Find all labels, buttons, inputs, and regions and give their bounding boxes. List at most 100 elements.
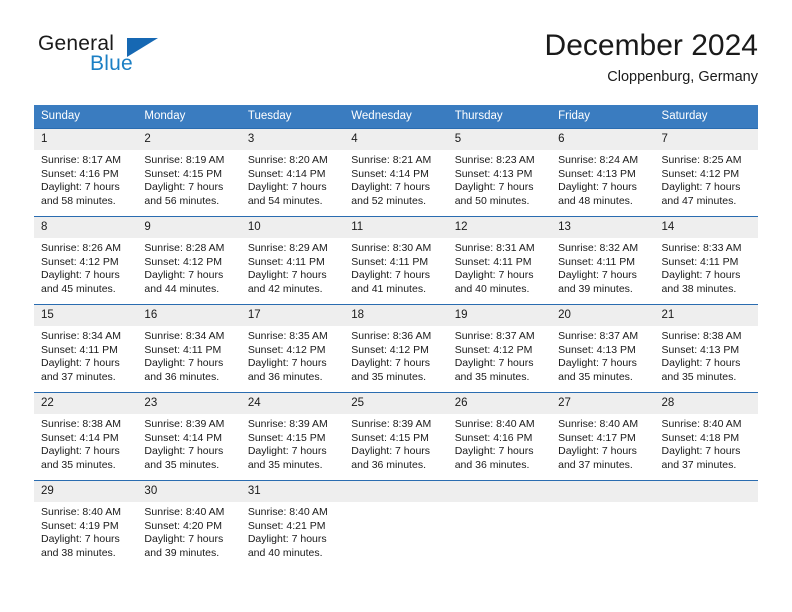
day-number: 9 [137,217,241,238]
sunset-time: Sunset: 4:14 PM [41,431,119,444]
daylight-duration-line1: Daylight: 7 hours [558,357,637,369]
day-number: 26 [447,393,552,414]
calendar-day[interactable]: 11 Sunrise: 8:30 AM Sunset: 4:11 PM Dayligh… [344,216,448,304]
calendar-day[interactable]: 31 Sunrise: 8:40 AM Sunset: 4:21 PM Dayligh… [240,480,345,568]
logo-text-blue: Blue [90,52,133,75]
sunset-time: Sunset: 4:12 PM [351,343,429,356]
daylight-duration-line2: and 35 minutes. [144,458,220,471]
calendar-day-cell: 9 Sunrise: 8:28 AM Sunset: 4:12 PM Daylight… [137,216,241,304]
sunset-time: Sunset: 4:20 PM [144,519,223,532]
sunrise-time: Sunrise: 8:33 AM [661,242,742,254]
sunset-time: Sunset: 4:17 PM [558,431,636,444]
sunrise-time: Sunrise: 8:17 AM [41,154,121,166]
day-details: Sunrise: 8:37 AM Sunset: 4:13 PM Daylight:… [551,326,654,384]
day-details: Sunrise: 8:35 AM Sunset: 4:12 PM Daylight:… [241,326,344,384]
calendar-day-cell: 13 Sunrise: 8:32 AM Sunset: 4:11 PM Dayligh… [551,216,655,304]
calendar-day[interactable]: 16 Sunrise: 8:34 AM Sunset: 4:11 PM Dayligh… [137,304,241,392]
calendar-day[interactable]: 20 Sunrise: 8:37 AM Sunset: 4:13 PM Dayligh… [551,304,655,392]
day-details: Sunrise: 8:37 AM Sunset: 4:12 PM Daylight:… [448,326,551,384]
calendar-day-cell: 15 Sunrise: 8:34 AM Sunset: 4:11 PM Dayligh… [34,304,138,392]
calendar-day[interactable]: 18 Sunrise: 8:36 AM Sunset: 4:12 PM Dayligh… [344,304,448,392]
sunrise-time: Sunrise: 8:21 AM [351,154,432,166]
calendar-day[interactable]: 19 Sunrise: 8:37 AM Sunset: 4:12 PM Dayligh… [447,304,552,392]
day-details: Sunrise: 8:30 AM Sunset: 4:11 PM Daylight:… [344,238,447,296]
daylight-duration-line2: and 52 minutes. [351,194,426,207]
calendar-day-cell [447,480,552,568]
daylight-duration-line2: and 58 minutes. [41,194,116,207]
calendar-day[interactable]: 30 Sunrise: 8:40 AM Sunset: 4:20 PM Dayligh… [137,480,241,568]
weekday-header-friday: Friday [551,105,655,128]
sunset-time: Sunset: 4:15 PM [247,431,326,444]
sunset-time: Sunset: 4:13 PM [661,343,740,356]
weekday-header-row: Sunday Monday Tuesday Wednesday Thursday… [34,105,758,128]
day-number: 13 [551,217,655,238]
day-number: 15 [34,305,138,326]
calendar-day-cell: 23 Sunrise: 8:39 AM Sunset: 4:14 PM Dayligh… [137,392,241,480]
daylight-duration-line2: and 35 minutes. [247,458,323,471]
calendar-day[interactable]: 23 Sunrise: 8:39 AM Sunset: 4:14 PM Dayligh… [137,392,241,480]
calendar-day[interactable]: 24 Sunrise: 8:39 AM Sunset: 4:15 PM Dayligh… [240,392,345,480]
calendar-day[interactable]: 15 Sunrise: 8:34 AM Sunset: 4:11 PM Dayligh… [34,304,138,392]
daylight-duration-line1: Daylight: 7 hours [454,181,534,193]
daylight-duration-line1: Daylight: 7 hours [247,357,327,369]
calendar-day-empty [654,480,758,568]
calendar-day-cell: 26 Sunrise: 8:40 AM Sunset: 4:16 PM Dayligh… [447,392,552,480]
sunrise-time: Sunrise: 8:39 AM [247,418,328,430]
sunrise-time: Sunrise: 8:38 AM [661,330,742,342]
calendar-day[interactable]: 1 Sunrise: 8:17 AM Sunset: 4:16 PM Daylight… [34,128,138,216]
daylight-duration-line2: and 40 minutes. [454,282,530,295]
daylight-duration-line1: Daylight: 7 hours [247,269,327,281]
calendar-day[interactable]: 29 Sunrise: 8:40 AM Sunset: 4:19 PM Dayligh… [34,480,138,568]
day-number: 5 [447,129,552,150]
calendar-day-cell: 6 Sunrise: 8:24 AM Sunset: 4:13 PM Daylight… [551,128,655,216]
calendar-day[interactable]: 10 Sunrise: 8:29 AM Sunset: 4:11 PM Dayligh… [240,216,345,304]
calendar-day[interactable]: 5 Sunrise: 8:23 AM Sunset: 4:13 PM Daylight… [447,128,552,216]
calendar-day[interactable]: 12 Sunrise: 8:31 AM Sunset: 4:11 PM Dayligh… [447,216,552,304]
general-blue-logo[interactable]: General Blue [34,32,234,88]
page-header: General Blue December 2024 Cloppenburg, … [34,28,758,96]
sunset-time: Sunset: 4:21 PM [247,519,326,532]
calendar-day[interactable]: 27 Sunrise: 8:40 AM Sunset: 4:17 PM Dayligh… [551,392,655,480]
calendar-day[interactable]: 13 Sunrise: 8:32 AM Sunset: 4:11 PM Dayligh… [551,216,655,304]
daylight-duration-line1: Daylight: 7 hours [351,445,431,457]
calendar-day[interactable]: 7 Sunrise: 8:25 AM Sunset: 4:12 PM Daylight… [654,128,758,216]
sunrise-time: Sunrise: 8:23 AM [454,154,535,166]
calendar-day[interactable]: 22 Sunrise: 8:38 AM Sunset: 4:14 PM Dayligh… [34,392,138,480]
calendar-day[interactable]: 3 Sunrise: 8:20 AM Sunset: 4:14 PM Daylight… [240,128,345,216]
sunrise-time: Sunrise: 8:29 AM [247,242,328,254]
calendar-day[interactable]: 14 Sunrise: 8:33 AM Sunset: 4:11 PM Dayligh… [654,216,758,304]
day-number: 4 [344,129,448,150]
calendar-day-cell: 18 Sunrise: 8:36 AM Sunset: 4:12 PM Dayligh… [344,304,448,392]
calendar-day[interactable]: 4 Sunrise: 8:21 AM Sunset: 4:14 PM Daylight… [344,128,448,216]
calendar-day[interactable]: 25 Sunrise: 8:39 AM Sunset: 4:15 PM Dayligh… [344,392,448,480]
sunset-time: Sunset: 4:13 PM [558,343,636,356]
sunrise-time: Sunrise: 8:28 AM [144,242,225,254]
calendar-day[interactable]: 28 Sunrise: 8:40 AM Sunset: 4:18 PM Dayligh… [654,392,758,480]
calendar-day[interactable]: 17 Sunrise: 8:35 AM Sunset: 4:12 PM Dayligh… [240,304,345,392]
calendar-day[interactable]: 6 Sunrise: 8:24 AM Sunset: 4:13 PM Daylight… [551,128,655,216]
day-details: Sunrise: 8:38 AM Sunset: 4:14 PM Daylight:… [34,414,137,472]
daylight-duration-line2: and 37 minutes. [41,370,116,383]
daylight-duration-line2: and 48 minutes. [558,194,633,207]
weekday-header-saturday: Saturday [654,105,758,128]
daylight-duration-line1: Daylight: 7 hours [41,445,120,457]
calendar-day[interactable]: 2 Sunrise: 8:19 AM Sunset: 4:15 PM Daylight… [137,128,241,216]
calendar-day-cell: 27 Sunrise: 8:40 AM Sunset: 4:17 PM Dayligh… [551,392,655,480]
sunrise-time: Sunrise: 8:34 AM [144,330,225,342]
daylight-duration-line1: Daylight: 7 hours [41,533,120,545]
day-number: 24 [240,393,345,414]
sunset-time: Sunset: 4:18 PM [661,431,740,444]
calendar-day[interactable]: 21 Sunrise: 8:38 AM Sunset: 4:13 PM Dayligh… [654,304,758,392]
daylight-duration-line2: and 44 minutes. [144,282,220,295]
sunset-time: Sunset: 4:11 PM [144,343,222,356]
calendar-week-row: 8 Sunrise: 8:26 AM Sunset: 4:12 PM Daylight… [34,216,758,304]
calendar-day[interactable]: 9 Sunrise: 8:28 AM Sunset: 4:12 PM Daylight… [137,216,241,304]
daylight-duration-line2: and 35 minutes. [41,458,116,471]
weekday-header-monday: Monday [137,105,241,128]
calendar-day[interactable]: 8 Sunrise: 8:26 AM Sunset: 4:12 PM Daylight… [34,216,138,304]
sunset-time: Sunset: 4:14 PM [144,431,223,444]
day-number: 14 [654,217,758,238]
day-details: Sunrise: 8:40 AM Sunset: 4:19 PM Daylight:… [34,502,137,560]
daylight-duration-line1: Daylight: 7 hours [661,181,741,193]
calendar-day[interactable]: 26 Sunrise: 8:40 AM Sunset: 4:16 PM Dayligh… [447,392,552,480]
